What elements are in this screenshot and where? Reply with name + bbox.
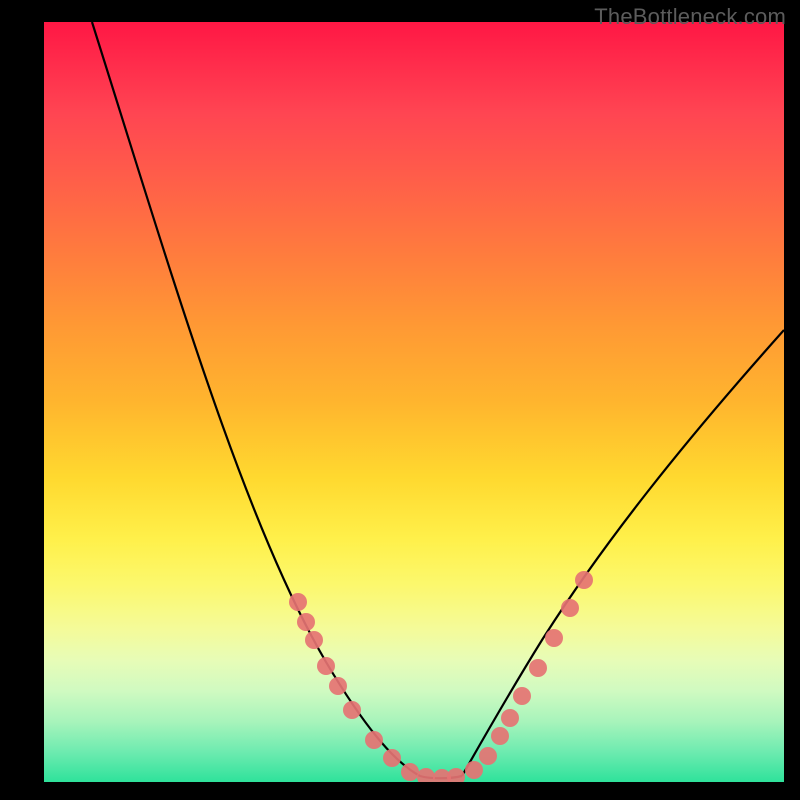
data-marker	[447, 768, 465, 782]
data-marker	[383, 749, 401, 767]
data-marker	[305, 631, 323, 649]
data-marker	[479, 747, 497, 765]
data-marker	[317, 657, 335, 675]
data-marker	[365, 731, 383, 749]
data-marker	[289, 593, 307, 611]
data-marker	[465, 761, 483, 779]
data-marker	[545, 629, 563, 647]
data-marker	[501, 709, 519, 727]
chart-svg	[44, 22, 784, 782]
data-marker	[529, 659, 547, 677]
chart-area	[44, 22, 784, 782]
data-marker	[561, 599, 579, 617]
curve-group	[92, 22, 784, 778]
data-marker	[329, 677, 347, 695]
watermark-text: TheBottleneck.com	[594, 4, 786, 30]
data-marker	[575, 571, 593, 589]
left-curve-path	[92, 22, 420, 776]
data-marker	[297, 613, 315, 631]
data-marker	[513, 687, 531, 705]
data-marker	[417, 768, 435, 782]
data-marker	[491, 727, 509, 745]
data-marker	[343, 701, 361, 719]
data-marker	[401, 763, 419, 781]
